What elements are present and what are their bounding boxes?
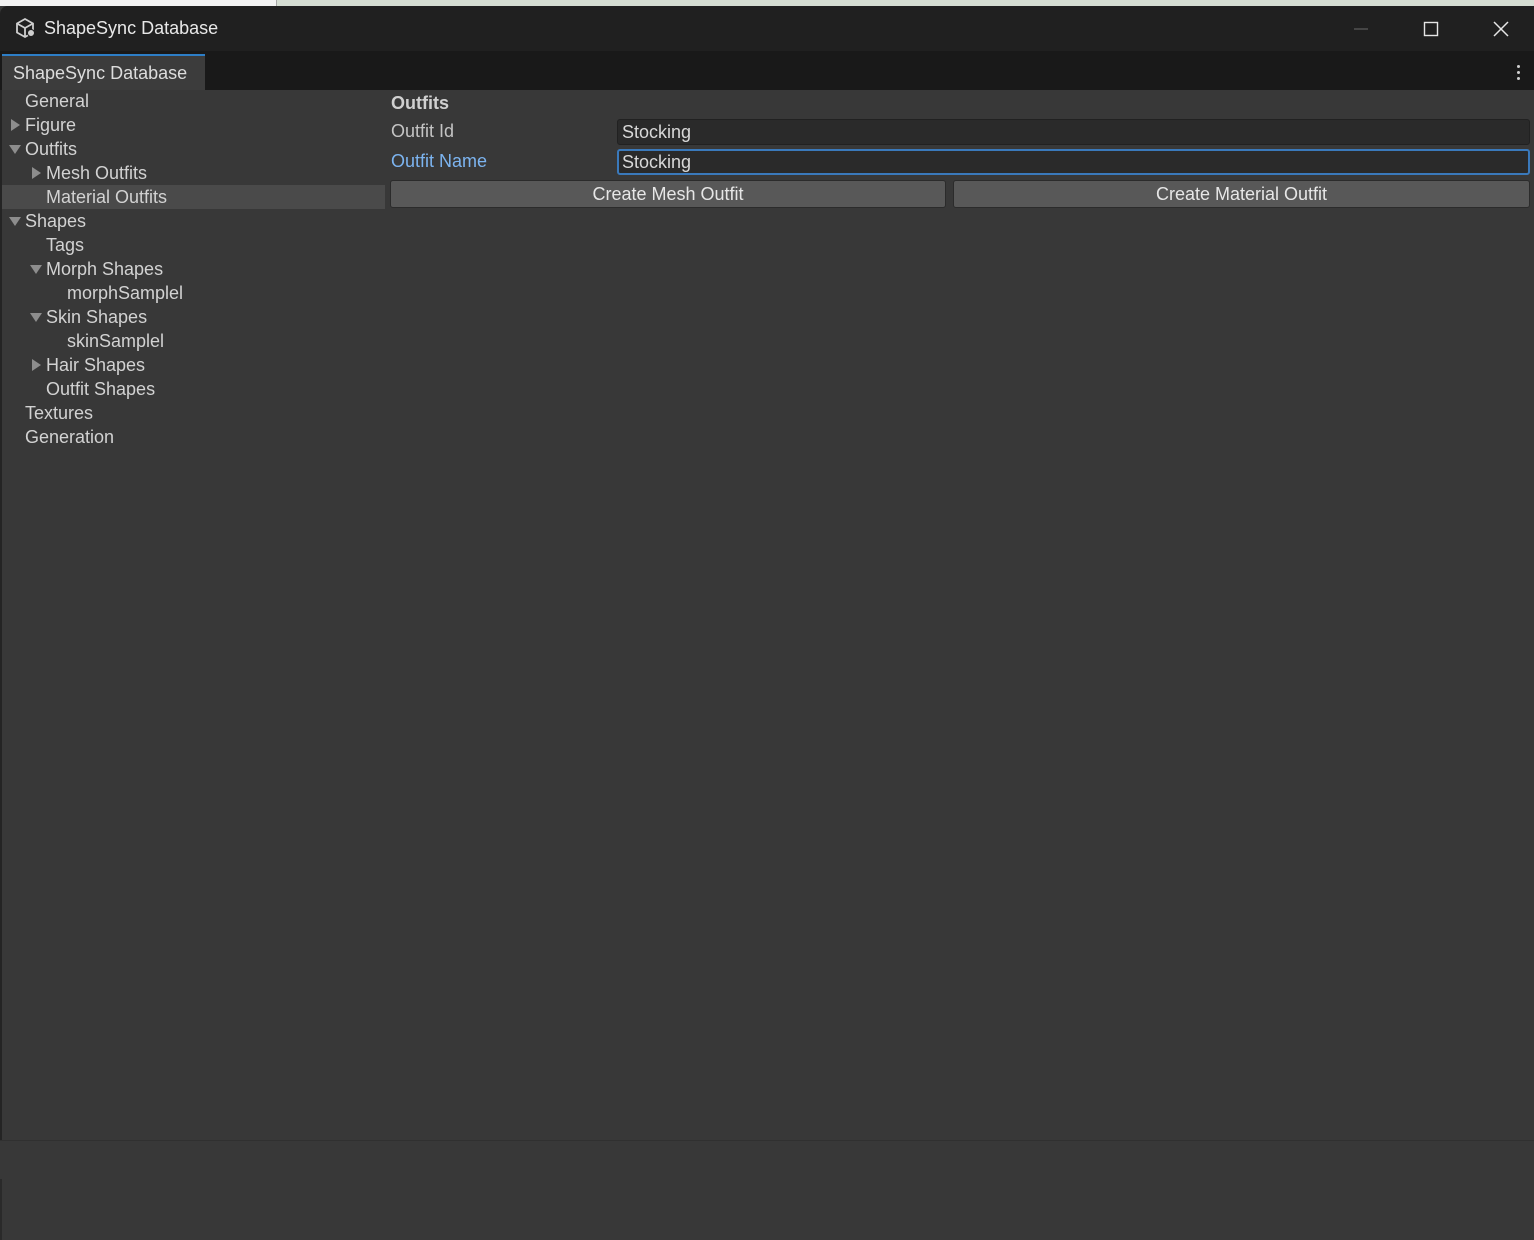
sidebar-item-label: Material Outfits bbox=[46, 187, 168, 207]
sidebar-item-generation[interactable]: Generation bbox=[2, 425, 385, 449]
minimize-icon bbox=[1354, 28, 1368, 29]
tab-shapesync-database[interactable]: ShapeSync Database bbox=[2, 54, 205, 90]
sidebar-item-mesh-outfits[interactable]: Mesh Outfits bbox=[2, 161, 385, 185]
sidebar-item-label: Shapes bbox=[25, 211, 87, 231]
sidebar-item-label: Generation bbox=[25, 427, 115, 447]
sidebar-item-skinsamplel[interactable]: skinSamplel bbox=[2, 329, 385, 353]
sidebar-item-label: Skin Shapes bbox=[46, 307, 148, 327]
close-button[interactable] bbox=[1466, 6, 1534, 51]
sidebar-item-label: morphSamplel bbox=[67, 283, 184, 303]
section-title: Outfits bbox=[391, 93, 449, 113]
chevron-down-icon[interactable] bbox=[29, 257, 43, 281]
create-mesh-outfit-button[interactable]: Create Mesh Outfit bbox=[390, 180, 946, 208]
sidebar-item-label: Outfit Shapes bbox=[46, 379, 156, 399]
outfit-name-label: Outfit Name bbox=[391, 151, 488, 171]
close-icon bbox=[1493, 20, 1509, 37]
sidebar-item-textures[interactable]: Textures bbox=[2, 401, 385, 425]
chevron-right-icon[interactable] bbox=[29, 161, 43, 185]
sidebar-item-label: Morph Shapes bbox=[46, 259, 164, 279]
sidebar-item-label: Hair Shapes bbox=[46, 355, 146, 375]
chevron-down-icon[interactable] bbox=[8, 209, 22, 233]
unity-cube-icon bbox=[16, 17, 35, 39]
sidebar-item-label: Tags bbox=[46, 235, 85, 255]
sidebar-item-morphsamplel[interactable]: morphSamplel bbox=[2, 281, 385, 305]
sidebar-item-label: General bbox=[25, 91, 90, 111]
sidebar-item-label: skinSamplel bbox=[67, 331, 165, 351]
title-bar[interactable]: ShapeSync Database bbox=[0, 6, 1534, 51]
chevron-down-icon[interactable] bbox=[29, 305, 43, 329]
outfit-id-label: Outfit Id bbox=[391, 121, 455, 141]
sidebar-item-label: Figure bbox=[25, 115, 77, 135]
outfit-name-field[interactable] bbox=[617, 149, 1530, 175]
chevron-right-icon[interactable] bbox=[29, 353, 43, 377]
window-title: ShapeSync Database bbox=[44, 18, 219, 38]
editor-window: ShapeSync Database ShapeSync Database Ge… bbox=[0, 6, 1534, 1240]
window-bottom-area bbox=[0, 1140, 1534, 1240]
tab-label: ShapeSync Database bbox=[13, 62, 188, 83]
maximize-button[interactable] bbox=[1396, 6, 1466, 51]
sidebar-item-outfits[interactable]: Outfits bbox=[2, 137, 385, 161]
tab-bar: ShapeSync Database bbox=[0, 51, 1534, 90]
sidebar-item-general[interactable]: General bbox=[2, 89, 385, 113]
sidebar-item-outfit-shapes[interactable]: Outfit Shapes bbox=[2, 377, 385, 401]
sidebar-item-hair-shapes[interactable]: Hair Shapes bbox=[2, 353, 385, 377]
chevron-right-icon[interactable] bbox=[8, 113, 22, 137]
sidebar-item-label: Mesh Outfits bbox=[46, 163, 148, 183]
sidebar-item-skin-shapes[interactable]: Skin Shapes bbox=[2, 305, 385, 329]
sidebar-item-morph-shapes[interactable]: Morph Shapes bbox=[2, 257, 385, 281]
create-material-outfit-button[interactable]: Create Material Outfit bbox=[953, 180, 1530, 208]
minimize-button[interactable] bbox=[1326, 6, 1396, 51]
sidebar-item-tags[interactable]: Tags bbox=[2, 233, 385, 257]
chevron-down-icon[interactable] bbox=[8, 137, 22, 161]
sidebar-item-label: Textures bbox=[25, 403, 94, 423]
sidebar-item-material-outfits[interactable]: Material Outfits bbox=[2, 185, 385, 209]
sidebar-item-figure[interactable]: Figure bbox=[2, 113, 385, 137]
kebab-menu-icon[interactable] bbox=[1510, 61, 1526, 83]
sidebar-item-label: Outfits bbox=[25, 139, 78, 159]
sidebar-item-shapes[interactable]: Shapes bbox=[2, 209, 385, 233]
maximize-icon bbox=[1423, 21, 1439, 36]
outfit-id-field[interactable] bbox=[617, 119, 1530, 145]
